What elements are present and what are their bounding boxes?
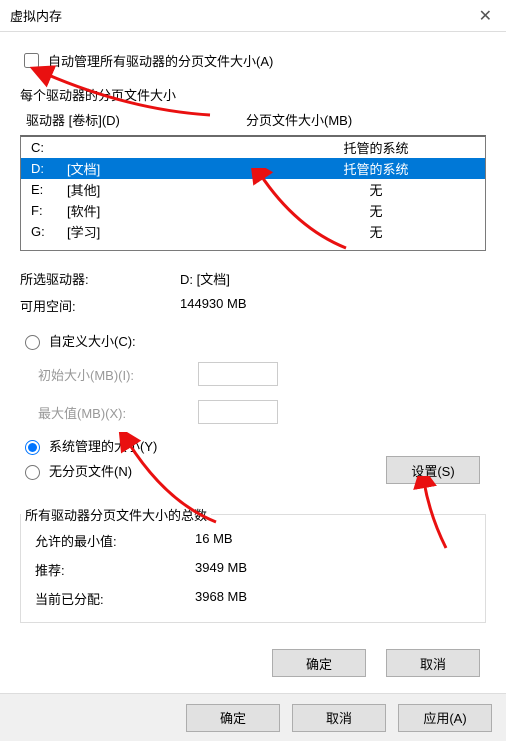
- totals-title: 所有驱动器分页文件大小的总数: [21, 505, 211, 524]
- drive-list-headers: 驱动器 [卷标](D) 分页文件大小(MB): [20, 110, 486, 135]
- no-paging-label: 无分页文件(N): [49, 461, 132, 480]
- selected-drive-info: 所选驱动器: D: [文档] 可用空间: 144930 MB: [20, 269, 486, 315]
- auto-manage-label: 自动管理所有驱动器的分页文件大小(A): [48, 51, 273, 70]
- drive-status: 无: [277, 201, 475, 220]
- drive-volume: [学习]: [67, 222, 277, 241]
- ok-button[interactable]: 确定: [186, 704, 280, 732]
- selected-drive-value: D: [文档]: [180, 269, 486, 288]
- no-paging-radio[interactable]: [25, 465, 40, 480]
- drive-volume: [软件]: [67, 201, 277, 220]
- rec-value: 3949 MB: [195, 560, 471, 579]
- drive-letter: F:: [31, 203, 67, 218]
- drive-row[interactable]: E:[其他]无: [21, 179, 485, 200]
- auto-manage-checkbox[interactable]: [24, 53, 39, 68]
- size-mode-section: 自定义大小(C): 初始大小(MB)(I): 最大值(MB)(X): 系统管理的…: [20, 331, 486, 484]
- free-space-value: 144930 MB: [180, 296, 486, 315]
- set-button[interactable]: 设置(S): [386, 456, 480, 484]
- drive-volume: [文档]: [67, 159, 277, 178]
- close-icon[interactable]: ✕: [479, 6, 492, 26]
- max-size-label: 最大值(MB)(X):: [38, 403, 198, 422]
- max-size-input: [198, 400, 278, 424]
- selected-drive-label: 所选驱动器:: [20, 269, 180, 288]
- apply-button[interactable]: 应用(A): [398, 704, 492, 732]
- drive-letter: C:: [31, 140, 67, 155]
- custom-size-radio-row[interactable]: 自定义大小(C):: [20, 331, 486, 350]
- drive-letter: D:: [31, 161, 67, 176]
- system-managed-label: 系统管理的大小(Y): [49, 436, 157, 455]
- min-label: 允许的最小值:: [35, 531, 195, 550]
- auto-manage-checkbox-row[interactable]: 自动管理所有驱动器的分页文件大小(A): [20, 50, 486, 71]
- inner-cancel-button[interactable]: 取消: [386, 649, 480, 677]
- drive-status: 托管的系统: [277, 159, 475, 178]
- totals-groupbox: 所有驱动器分页文件大小的总数 允许的最小值: 16 MB 推荐: 3949 MB…: [20, 514, 486, 623]
- drive-volume: [其他]: [67, 180, 277, 199]
- drive-list[interactable]: C:托管的系统D:[文档]托管的系统E:[其他]无F:[软件]无G:[学习]无: [20, 135, 486, 251]
- per-drive-label: 每个驱动器的分页文件大小: [20, 85, 486, 104]
- drive-row[interactable]: F:[软件]无: [21, 200, 485, 221]
- custom-size-inputs: 初始大小(MB)(I): 最大值(MB)(X):: [38, 362, 486, 424]
- rec-label: 推荐:: [35, 560, 195, 579]
- column-header-size: 分页文件大小(MB): [246, 110, 480, 129]
- inner-button-row: 确定 取消: [20, 649, 486, 677]
- drive-letter: G:: [31, 224, 67, 239]
- drive-status: 无: [277, 180, 475, 199]
- window-title: 虚拟内存: [10, 6, 62, 25]
- drive-letter: E:: [31, 182, 67, 197]
- drive-row[interactable]: G:[学习]无: [21, 221, 485, 242]
- inner-ok-button[interactable]: 确定: [272, 649, 366, 677]
- totals-grid: 允许的最小值: 16 MB 推荐: 3949 MB 当前已分配: 3968 MB: [35, 531, 471, 608]
- free-space-label: 可用空间:: [20, 296, 180, 315]
- initial-size-input: [198, 362, 278, 386]
- content-area: 自动管理所有驱动器的分页文件大小(A) 每个驱动器的分页文件大小 驱动器 [卷标…: [0, 32, 506, 677]
- custom-size-label: 自定义大小(C):: [49, 331, 136, 350]
- initial-size-label: 初始大小(MB)(I):: [38, 365, 198, 384]
- drive-row[interactable]: C: 托管的系统: [21, 137, 485, 158]
- drive-status: 托管的系统: [277, 138, 475, 157]
- bottom-button-bar: 确定 取消 应用(A): [0, 693, 506, 741]
- titlebar: 虚拟内存 ✕: [0, 0, 506, 32]
- custom-size-radio[interactable]: [25, 335, 40, 350]
- cancel-button[interactable]: 取消: [292, 704, 386, 732]
- column-header-drive: 驱动器 [卷标](D): [26, 110, 246, 129]
- system-managed-radio-row[interactable]: 系统管理的大小(Y): [20, 436, 486, 455]
- min-value: 16 MB: [195, 531, 471, 550]
- cur-value: 3968 MB: [195, 589, 471, 608]
- system-managed-radio[interactable]: [25, 440, 40, 455]
- cur-label: 当前已分配:: [35, 589, 195, 608]
- drive-status: 无: [277, 222, 475, 241]
- drive-row[interactable]: D:[文档]托管的系统: [21, 158, 485, 179]
